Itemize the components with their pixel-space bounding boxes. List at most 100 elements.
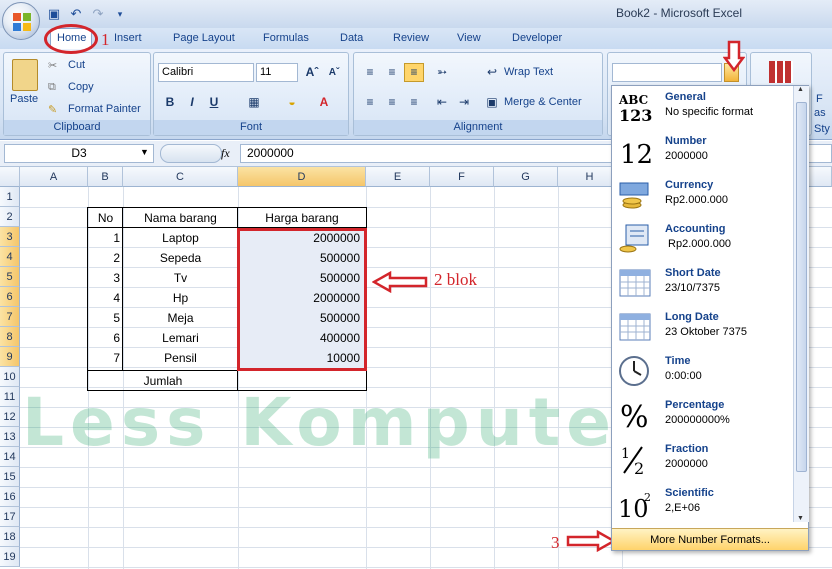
table-cell-nama[interactable]: Tv — [123, 268, 238, 288]
font-color-icon[interactable]: A — [314, 93, 334, 112]
shrink-font-icon[interactable]: Aˇ — [324, 63, 344, 82]
number-format-option-short-date[interactable]: Short Date 23/10/7375 — [612, 262, 792, 306]
col-header-a[interactable]: A — [20, 167, 88, 187]
fx-button[interactable]: fx — [221, 146, 230, 161]
row-header-10[interactable]: 10 — [0, 367, 20, 387]
table-cell-nama[interactable]: Sepeda — [123, 248, 238, 268]
row-header-16[interactable]: 16 — [0, 487, 20, 507]
bold-button[interactable]: B — [160, 93, 180, 112]
table-cell-nama[interactable]: Laptop — [123, 228, 238, 248]
align-bottom-icon[interactable]: ≡ — [404, 63, 424, 82]
number-format-option-time[interactable]: Time 0:00:00 — [612, 350, 792, 394]
row-header-18[interactable]: 18 — [0, 527, 20, 547]
paste-button[interactable]: Paste — [10, 93, 38, 105]
underline-button[interactable]: U — [204, 93, 224, 112]
table-cell-no[interactable]: 4 — [88, 288, 123, 308]
orientation-icon[interactable]: ➳ — [432, 63, 452, 82]
conditional-format-icon[interactable] — [769, 61, 793, 83]
align-left-icon[interactable]: ≡ — [360, 93, 380, 112]
row-header-19[interactable]: 19 — [0, 547, 20, 567]
table-cell-no[interactable]: 2 — [88, 248, 123, 268]
more-number-formats-button[interactable]: More Number Formats... — [612, 528, 808, 550]
merge-center-icon[interactable]: ▣ — [482, 93, 502, 112]
align-middle-icon[interactable]: ≡ — [382, 63, 402, 82]
name-box-dropdown-icon[interactable]: ▼ — [140, 147, 149, 157]
row-header-8[interactable]: 8 — [0, 327, 20, 347]
tab-data[interactable]: Data — [340, 32, 363, 44]
number-format-option-long-date[interactable]: Long Date 23 Oktober 7375 — [612, 306, 792, 350]
header-no[interactable]: No — [88, 208, 123, 228]
table-cell-nama[interactable]: Meja — [123, 308, 238, 328]
row-header-5[interactable]: 5 — [0, 267, 20, 287]
row-header-6[interactable]: 6 — [0, 287, 20, 307]
select-all-corner[interactable] — [0, 167, 20, 187]
table-cell-nama[interactable]: Hp — [123, 288, 238, 308]
header-harga-barang[interactable]: Harga barang — [238, 208, 366, 228]
tab-page-layout[interactable]: Page Layout — [173, 32, 235, 44]
col-header-b[interactable]: B — [88, 167, 123, 187]
number-format-option-general[interactable]: ABC 123 General No specific format — [612, 86, 792, 130]
name-box[interactable]: D3 — [4, 144, 154, 163]
table-cell-no[interactable]: 5 — [88, 308, 123, 328]
wrap-text-icon[interactable]: ↩ — [482, 63, 502, 82]
font-size-combo[interactable]: 11 — [256, 63, 298, 82]
wrap-text-button[interactable]: Wrap Text — [504, 66, 553, 78]
format-painter-button[interactable]: Format Painter — [68, 103, 141, 115]
scrollbar-thumb[interactable] — [796, 102, 807, 472]
number-format-option-accounting[interactable]: Accounting Rp2.000.000 — [612, 218, 792, 262]
scroll-down-icon[interactable]: ▼ — [797, 515, 804, 522]
number-format-option-percentage[interactable]: % Percentage 200000000% — [612, 394, 792, 438]
paste-icon[interactable] — [12, 59, 38, 91]
row-header-9[interactable]: 9 — [0, 347, 20, 367]
number-format-option-fraction[interactable]: 1 2 Fraction 2000000 — [612, 438, 792, 482]
number-format-combo[interactable] — [612, 63, 722, 82]
tab-view[interactable]: View — [457, 32, 481, 44]
number-format-option-number[interactable]: 12 Number 2000000 — [612, 130, 792, 174]
merge-center-button[interactable]: Merge & Center — [504, 96, 582, 108]
row-header-12[interactable]: 12 — [0, 407, 20, 427]
align-center-icon[interactable]: ≡ — [382, 93, 402, 112]
header-nama-barang[interactable]: Nama barang — [123, 208, 238, 228]
row-header-11[interactable]: 11 — [0, 387, 20, 407]
row-header-7[interactable]: 7 — [0, 307, 20, 327]
align-top-icon[interactable]: ≡ — [360, 63, 380, 82]
table-cell-nama[interactable]: Pensil — [123, 348, 238, 368]
col-header-g[interactable]: G — [494, 167, 558, 187]
tab-insert[interactable]: Insert — [114, 32, 142, 44]
grow-font-icon[interactable]: Aˆ — [302, 63, 322, 82]
increase-indent-icon[interactable]: ⇥ — [454, 93, 474, 112]
italic-button[interactable]: I — [182, 93, 202, 112]
row-header-14[interactable]: 14 — [0, 447, 20, 467]
row-header-3[interactable]: 3 — [0, 227, 20, 247]
copy-button[interactable]: Copy — [68, 81, 94, 93]
table-cell-no[interactable]: 3 — [88, 268, 123, 288]
row-header-4[interactable]: 4 — [0, 247, 20, 267]
decrease-indent-icon[interactable]: ⇤ — [432, 93, 452, 112]
cut-button[interactable]: Cut — [68, 59, 85, 71]
row-header-1[interactable]: 1 — [0, 187, 20, 207]
row-header-2[interactable]: 2 — [0, 207, 20, 227]
col-header-d[interactable]: D — [238, 167, 366, 187]
borders-icon[interactable]: ▦ — [244, 93, 264, 112]
table-cell-no[interactable]: 7 — [88, 348, 123, 368]
number-format-option-currency[interactable]: Currency Rp2.000.000 — [612, 174, 792, 218]
table-cell-no[interactable]: 1 — [88, 228, 123, 248]
row-header-15[interactable]: 15 — [0, 467, 20, 487]
scroll-up-icon[interactable]: ▲ — [797, 86, 804, 93]
tab-developer[interactable]: Developer — [512, 32, 562, 44]
col-header-e[interactable]: E — [366, 167, 430, 187]
col-header-c[interactable]: C — [123, 167, 238, 187]
col-header-f[interactable]: F — [430, 167, 494, 187]
number-format-option-scientific[interactable]: 10 2 Scientific 2,E+06 — [612, 482, 792, 526]
fill-color-icon[interactable]: ◒ — [282, 93, 302, 112]
align-right-icon[interactable]: ≡ — [404, 93, 424, 112]
office-button[interactable] — [2, 2, 40, 40]
font-name-combo[interactable]: Calibri — [158, 63, 254, 82]
tab-review[interactable]: Review — [393, 32, 429, 44]
row-header-13[interactable]: 13 — [0, 427, 20, 447]
table-cell-no[interactable]: 6 — [88, 328, 123, 348]
table-cell-nama[interactable]: Lemari — [123, 328, 238, 348]
dropdown-scrollbar[interactable]: ▲ ▼ — [793, 86, 809, 522]
row-header-17[interactable]: 17 — [0, 507, 20, 527]
tab-formulas[interactable]: Formulas — [263, 32, 309, 44]
